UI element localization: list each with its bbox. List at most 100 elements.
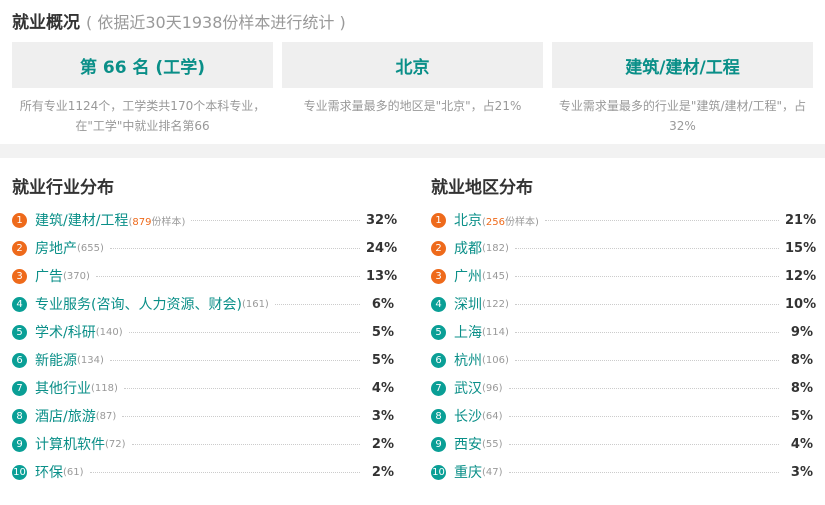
sample-count: (256份样本) xyxy=(482,216,539,228)
sample-count-suffix: 份样本 xyxy=(151,216,182,228)
percentage: 3% xyxy=(790,464,813,480)
section-divider xyxy=(0,144,825,158)
overview-section: 就业概况 ( 依据近30天1938份样本进行统计 ) 第 66 名 (工学) 所… xyxy=(0,0,825,144)
percentage: 5% xyxy=(790,408,813,424)
item-link[interactable]: 广告 xyxy=(35,266,63,286)
sample-count: (122) xyxy=(482,298,509,310)
item-link[interactable]: 杭州 xyxy=(454,350,482,370)
rank-badge: 1 xyxy=(431,212,446,228)
dotted-leader xyxy=(122,415,360,417)
item-link[interactable]: 计算机软件 xyxy=(35,434,105,454)
card-industry-value: 建筑/建材/工程 xyxy=(552,42,813,88)
page-title: 就业概况 xyxy=(12,13,80,33)
sample-count: (182) xyxy=(482,242,509,254)
card-top-region: 北京 专业需求量最多的地区是"北京"，占21% xyxy=(282,42,543,136)
rank-badge: 4 xyxy=(431,296,446,312)
dotted-leader xyxy=(514,275,779,277)
rank-badge: 3 xyxy=(12,268,27,284)
percentage: 10% xyxy=(785,296,817,312)
region-distribution: 就业地区分布 1 北京 (256份样本) 21% 2 成都 (182) 15% 3 广州 (145)… xyxy=(431,174,817,486)
dotted-leader xyxy=(508,471,779,473)
card-region-desc: 专业需求量最多的地区是"北京"，占21% xyxy=(303,99,522,113)
sample-count: (64) xyxy=(482,410,503,422)
sample-count: (106) xyxy=(482,354,509,366)
item-link[interactable]: 建筑/建材/工程 xyxy=(35,210,128,230)
list-item: 5 上海 (114) 9% xyxy=(431,318,813,346)
list-item: 6 杭州 (106) 8% xyxy=(431,346,813,374)
list-item: 6 新能源 (134) 5% xyxy=(12,346,394,374)
item-link[interactable]: 上海 xyxy=(454,322,482,342)
item-link[interactable]: 北京 xyxy=(454,210,482,230)
percentage: 32% xyxy=(366,212,398,228)
sample-count-number: 256 xyxy=(485,216,505,228)
dotted-leader xyxy=(508,387,779,389)
rank-badge: 7 xyxy=(12,380,27,396)
sample-count: (61) xyxy=(63,466,84,478)
card-top-industry: 建筑/建材/工程 专业需求量最多的行业是"建筑/建材/工程"，占32% xyxy=(552,42,813,136)
item-link[interactable]: 学术/科研 xyxy=(35,322,96,342)
item-link[interactable]: 酒店/旅游 xyxy=(35,406,96,426)
sample-count: (655) xyxy=(77,242,104,254)
list-item: 1 北京 (256份样本) 21% xyxy=(431,206,816,234)
list-item: 10 重庆 (47) 3% xyxy=(431,458,813,486)
rank-badge: 2 xyxy=(431,240,446,256)
rank-badge: 6 xyxy=(431,352,446,368)
percentage: 4% xyxy=(790,436,813,452)
overview-header: 就业概况 ( 依据近30天1938份样本进行统计 ) xyxy=(12,8,813,34)
list-item: 7 其他行业 (118) 4% xyxy=(12,374,394,402)
rank-badge: 8 xyxy=(12,408,27,424)
item-link[interactable]: 其他行业 xyxy=(35,378,91,398)
rank-badge: 8 xyxy=(431,408,446,424)
card-ranking-value: 第 66 名 (工学) xyxy=(12,42,273,88)
dotted-leader xyxy=(508,443,779,445)
summary-cards: 第 66 名 (工学) 所有专业1124个，工学类共170个本科专业，在"工学"… xyxy=(12,42,813,136)
list-item: 9 西安 (55) 4% xyxy=(431,430,813,458)
dotted-leader xyxy=(191,219,360,221)
item-link[interactable]: 新能源 xyxy=(35,350,77,370)
sample-count: (87) xyxy=(95,410,117,422)
distribution-lists: 就业行业分布 1 建筑/建材/工程 (879份样本) 32% 2 房地产 (655) 24% 3… xyxy=(0,158,825,486)
industry-distribution: 就业行业分布 1 建筑/建材/工程 (879份样本) 32% 2 房地产 (655) 24% 3… xyxy=(12,174,398,486)
item-link[interactable]: 广州 xyxy=(454,266,482,286)
item-link[interactable]: 西安 xyxy=(454,434,482,454)
rank-badge: 10 xyxy=(431,464,446,480)
list-item: 4 专业服务(咨询、人力资源、财会) (161) 6% xyxy=(12,290,394,318)
rank-badge: 10 xyxy=(12,464,27,480)
percentage: 4% xyxy=(371,380,394,396)
percentage: 9% xyxy=(790,324,813,340)
list-item: 1 建筑/建材/工程 (879份样本) 32% xyxy=(12,206,398,234)
item-link[interactable]: 重庆 xyxy=(454,462,482,482)
dotted-leader xyxy=(109,247,360,249)
item-link[interactable]: 专业服务(咨询、人力资源、财会) xyxy=(35,294,242,314)
sample-count: (161) xyxy=(241,298,269,310)
item-link[interactable]: 武汉 xyxy=(454,378,482,398)
rank-badge: 3 xyxy=(431,268,446,284)
rank-badge: 5 xyxy=(431,324,446,340)
dotted-leader xyxy=(128,331,360,333)
industry-title: 就业行业分布 xyxy=(12,178,114,198)
dotted-leader xyxy=(514,303,779,305)
dotted-leader xyxy=(514,331,779,333)
sample-count: (370) xyxy=(63,270,90,282)
dotted-leader xyxy=(514,247,779,249)
item-link[interactable]: 长沙 xyxy=(454,406,482,426)
card-ranking: 第 66 名 (工学) 所有专业1124个，工学类共170个本科专业，在"工学"… xyxy=(12,42,273,136)
percentage: 3% xyxy=(371,408,394,424)
sample-count-number: 879 xyxy=(132,216,152,228)
list-item: 7 武汉 (96) 8% xyxy=(431,374,813,402)
percentage: 8% xyxy=(790,380,813,396)
percentage: 13% xyxy=(366,268,398,284)
item-link[interactable]: 环保 xyxy=(35,462,63,482)
percentage: 12% xyxy=(785,268,817,284)
industry-list: 1 建筑/建材/工程 (879份样本) 32% 2 房地产 (655) 24% 3 广告 (370)… xyxy=(12,206,398,486)
rank-badge: 7 xyxy=(431,380,446,396)
percentage: 15% xyxy=(785,240,817,256)
item-link[interactable]: 房地产 xyxy=(35,238,77,258)
rank-badge: 4 xyxy=(12,296,27,312)
item-link[interactable]: 成都 xyxy=(454,238,482,258)
sample-count: (72) xyxy=(105,438,126,450)
list-item: 5 学术/科研 (140) 5% xyxy=(12,318,394,346)
dotted-leader xyxy=(89,471,360,473)
item-link[interactable]: 深圳 xyxy=(454,294,482,314)
list-item: 2 房地产 (655) 24% xyxy=(12,234,397,262)
